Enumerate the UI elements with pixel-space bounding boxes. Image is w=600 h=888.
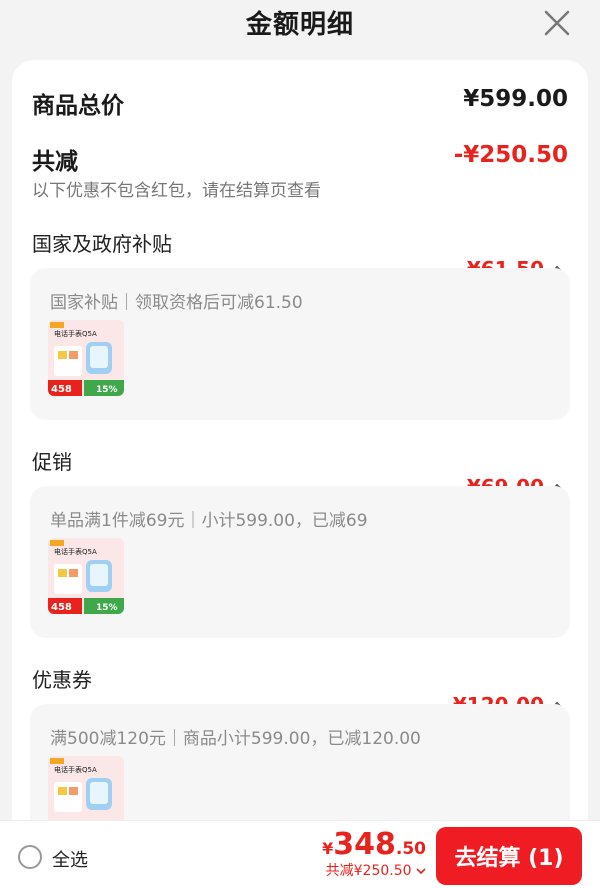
thumb-headline: 电话手表Q5A <box>54 547 97 556</box>
total-price-value: ¥599.00 <box>463 86 568 112</box>
price-decimal: .50 <box>395 839 426 859</box>
thumb-price-tag: 458 <box>51 602 72 613</box>
select-all-radio[interactable] <box>18 845 42 869</box>
thumb-badge: 15% <box>96 603 118 613</box>
select-all-label[interactable]: 全选 <box>52 846 88 872</box>
section-title: 促销 <box>32 450 72 474</box>
total-price-row: 商品总价 ¥599.00 <box>32 86 568 120</box>
final-price: ¥348.50 <box>322 827 426 862</box>
checkout-button[interactable]: 去结算 (1) <box>436 827 582 885</box>
thumb-headline: 电话手表Q5A <box>54 329 97 338</box>
price-integer: 348 <box>333 827 396 862</box>
close-icon <box>544 10 570 36</box>
chevron-down-icon <box>416 868 426 875</box>
total-price-summary: ¥348.50 共减¥250.50 <box>322 827 426 880</box>
saved-amount-toggle[interactable]: 共减¥250.50 <box>322 860 426 880</box>
section-header-coupon[interactable]: 优惠券 -¥120.00 <box>32 664 568 717</box>
section-detail-text: 单品满1件减69元｜小计599.00，已减69 <box>50 511 368 531</box>
thumb-price-tag: 458 <box>51 384 72 395</box>
price-currency: ¥ <box>322 839 334 858</box>
section-detail-text: 国家补贴｜领取资格后可减61.50 <box>50 293 303 313</box>
saved-amount: 共减¥250.50 <box>325 863 412 879</box>
amount-detail-card: 商品总价 ¥599.00 共减 -¥250.50 以下优惠不包含红包，请在结算页… <box>12 60 588 860</box>
section-header-subsidy[interactable]: 国家及政府补贴 -¥61.50 <box>32 228 568 281</box>
checkout-bar: 全选 ¥348.50 共减¥250.50 去结算 (1) <box>0 820 600 888</box>
section-header-promotion[interactable]: 促销 -¥69.00 <box>32 446 568 499</box>
total-reduction-row: 共减 -¥250.50 <box>32 142 568 176</box>
product-thumbnail[interactable]: 电话手表Q5A 458 15% <box>48 320 124 396</box>
page-title: 金额明细 <box>245 10 354 40</box>
product-thumbnail[interactable]: 电话手表Q5A 458 15% <box>48 538 124 614</box>
product-image: 电话手表Q5A 458 15% <box>48 320 124 396</box>
discount-note: 以下优惠不包含红包，请在结算页查看 <box>32 181 321 201</box>
section-title: 优惠券 <box>32 668 92 692</box>
header: 金额明细 <box>0 0 600 48</box>
close-button[interactable] <box>540 6 574 40</box>
section-detail-subsidy: 国家补贴｜领取资格后可减61.50 电话手表Q5A 458 15% <box>30 268 570 420</box>
thumb-badge: 15% <box>96 385 118 395</box>
product-image: 电话手表Q5A 458 15% <box>48 538 124 614</box>
thumb-headline: 电话手表Q5A <box>54 765 97 774</box>
total-reduction-value: -¥250.50 <box>453 142 568 168</box>
section-title: 国家及政府补贴 <box>32 232 172 256</box>
section-detail-text: 满500减120元｜商品小计599.00，已减120.00 <box>50 729 421 749</box>
total-price-label: 商品总价 <box>32 93 124 119</box>
section-detail-promotion: 单品满1件减69元｜小计599.00，已减69 电话手表Q5A 458 15% <box>30 486 570 638</box>
total-reduction-label: 共减 <box>32 149 78 175</box>
